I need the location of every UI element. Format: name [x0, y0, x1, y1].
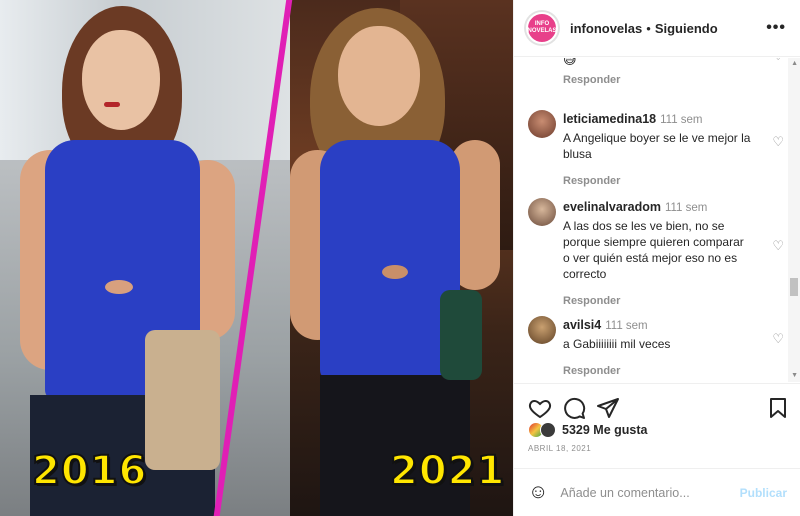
- likes-count[interactable]: 5329 Me gusta: [562, 423, 647, 437]
- comment-avatar[interactable]: [528, 316, 556, 344]
- reply-button[interactable]: Responder: [563, 175, 753, 187]
- comment-item: avilsi4 111 sem a Gabiiiiiiii mil veces R…: [528, 316, 784, 378]
- publish-button[interactable]: Publicar: [740, 486, 787, 500]
- logo-text-bottom: NOVELAS: [527, 28, 557, 34]
- post-image[interactable]: 2016 2021: [0, 0, 513, 516]
- more-options-icon[interactable]: •••: [766, 19, 786, 37]
- comment-time[interactable]: 111 sem: [665, 202, 707, 214]
- comment-username[interactable]: evelinalvaradom: [563, 200, 661, 214]
- comment-item: 😅 Responder ♡: [528, 58, 784, 90]
- comments-list: 😅 Responder ♡ leticiamedina18 111 sem A A…: [514, 58, 800, 382]
- photo-2021: 2021: [290, 0, 513, 516]
- comment-text: 😅: [563, 58, 577, 67]
- like-comment-icon[interactable]: ♡: [772, 58, 784, 64]
- post-date[interactable]: ABRIL 18, 2021: [528, 444, 591, 453]
- comment-time[interactable]: 111 sem: [605, 320, 647, 332]
- following-button[interactable]: Siguiendo: [655, 21, 718, 36]
- like-comment-icon[interactable]: ♡: [772, 134, 784, 150]
- comment-username[interactable]: leticiamedina18: [563, 112, 656, 126]
- likes-summary[interactable]: 5329 Me gusta: [528, 422, 647, 438]
- comment-text: A Angelique boyer se le ve mejor la blus…: [563, 131, 751, 161]
- comment-icon[interactable]: [562, 396, 586, 420]
- reply-button[interactable]: Responder: [563, 74, 753, 86]
- reply-button[interactable]: Responder: [563, 295, 753, 307]
- logo-text-top: INFO: [534, 21, 550, 27]
- emoji-icon[interactable]: ☺: [528, 481, 548, 504]
- like-comment-icon[interactable]: ♡: [772, 331, 784, 347]
- scrollbar-thumb[interactable]: [790, 278, 798, 296]
- like-comment-icon[interactable]: ♡: [772, 238, 784, 254]
- account-avatar[interactable]: INFO NOVELAS: [526, 12, 558, 44]
- year-label-left: 2016: [31, 447, 148, 495]
- scroll-up-icon[interactable]: ▲: [791, 60, 798, 67]
- like-heart-icon[interactable]: [528, 396, 552, 420]
- save-bookmark-icon[interactable]: [766, 396, 790, 420]
- comment-input[interactable]: Añade un comentario...: [560, 486, 739, 500]
- header-separator: •: [646, 20, 651, 36]
- account-username[interactable]: infonovelas: [570, 21, 642, 36]
- comment-username[interactable]: avilsi4: [563, 318, 601, 332]
- comment-avatar[interactable]: [528, 110, 556, 138]
- share-icon[interactable]: [596, 396, 620, 420]
- add-comment-bar: ☺ Añade un comentario... Publicar: [514, 468, 800, 516]
- comment-text: a Gabiiiiiiii mil veces: [563, 337, 671, 351]
- comment-item: evelinalvaradom 111 sem A las dos se les …: [528, 198, 784, 308]
- comment-item: leticiamedina18 111 sem A Angelique boyer…: [528, 110, 784, 188]
- comments-scrollbar[interactable]: [788, 58, 800, 382]
- year-label-right: 2021: [389, 447, 506, 495]
- comment-avatar[interactable]: [528, 198, 556, 226]
- comment-time[interactable]: 111 sem: [660, 114, 702, 126]
- liker-avatar: [540, 422, 556, 438]
- post-header: INFO NOVELAS infonovelas • Siguiendo •••: [514, 0, 800, 57]
- reply-button[interactable]: Responder: [563, 365, 753, 377]
- comment-text: A las dos se les ve bien, no se porque s…: [563, 219, 744, 281]
- post-panel: INFO NOVELAS infonovelas • Siguiendo •••…: [513, 0, 800, 516]
- scroll-down-icon[interactable]: ▼: [791, 372, 798, 379]
